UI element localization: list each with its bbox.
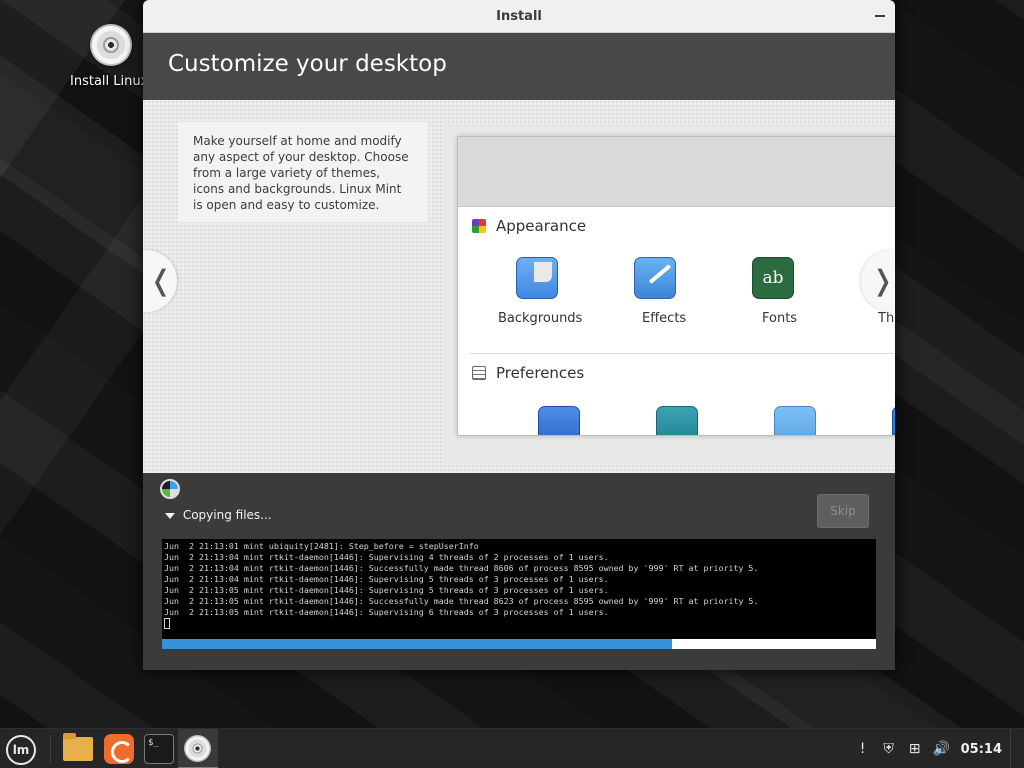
- log-lines: Jun 2 21:13:01 mint ubiquity[2481]: Step…: [164, 541, 874, 618]
- install-progress-bar: [162, 639, 876, 649]
- tile-label: Effects: [642, 311, 687, 326]
- firefox-icon[interactable]: [104, 734, 134, 764]
- accessibility-icon: [538, 406, 580, 435]
- security-shield-icon[interactable]: ⛨: [881, 741, 897, 757]
- system-settings-preview: Appearance Backgrounds Effects ab Fonts …: [457, 136, 895, 436]
- page-title: Customize your desktop: [168, 51, 447, 77]
- log-line: Jun 2 21:13:04 mint rtkit-daemon[1446]: …: [164, 574, 609, 584]
- window-title: Install: [496, 9, 542, 24]
- clock[interactable]: 05:14: [961, 742, 1002, 757]
- taskbar-separator: [50, 735, 51, 763]
- tile-label: Fonts: [762, 311, 798, 326]
- log-line: Jun 2 21:13:04 mint rtkit-daemon[1446]: …: [164, 552, 609, 562]
- log-line: Jun 2 21:13:05 mint rtkit-daemon[1446]: …: [164, 607, 609, 617]
- installer-logo-icon: [160, 479, 180, 499]
- installer-window: Install Customize your desktop ❬ Make yo…: [143, 0, 895, 670]
- volume-icon[interactable]: 🔊: [933, 741, 950, 757]
- expander-triangle-icon: [165, 512, 175, 519]
- skip-button[interactable]: Skip: [817, 494, 869, 528]
- fonts-icon: ab: [752, 257, 794, 299]
- log-line: Jun 2 21:13:05 mint rtkit-daemon[1446]: …: [164, 585, 609, 595]
- fonts-tile: ab Fonts: [730, 257, 848, 326]
- preferences-section: Preferences: [470, 353, 895, 435]
- install-log[interactable]: Jun 2 21:13:01 mint ubiquity[2481]: Step…: [162, 539, 876, 639]
- settings-preview-header: [458, 137, 895, 207]
- progress-bar-fill: [162, 639, 672, 649]
- backgrounds-tile: Backgrounds: [494, 257, 612, 326]
- preferences-icon: [472, 366, 486, 380]
- mint-menu-button[interactable]: lm: [6, 735, 36, 765]
- account-details-icon: [656, 406, 698, 435]
- tile-label: Ther: [878, 311, 895, 326]
- update-manager-icon[interactable]: !: [855, 741, 871, 757]
- network-icon[interactable]: ⊞: [907, 741, 923, 757]
- taskbar-install-window[interactable]: [178, 729, 218, 768]
- appearance-section: Appearance Backgrounds Effects ab Fonts …: [458, 207, 895, 353]
- terminal-icon[interactable]: $_: [144, 734, 174, 764]
- preferred-apps-icon: [774, 406, 816, 435]
- log-line: Jun 2 21:13:01 mint ubiquity[2481]: Step…: [164, 541, 479, 551]
- previous-slide-button[interactable]: ❬: [143, 250, 177, 312]
- page-header: Customize your desktop: [143, 33, 895, 100]
- slide-description: Make yourself at home and modify any asp…: [178, 122, 428, 222]
- progress-status-toggle[interactable]: Copying files...: [165, 508, 272, 522]
- slideshow: ❬ Make yourself at home and modify any a…: [143, 100, 895, 473]
- effects-icon: [634, 257, 676, 299]
- terminal-cursor: [164, 618, 170, 629]
- date-time-icon: [892, 406, 895, 435]
- install-disc-icon: [90, 24, 132, 66]
- system-tray: ! ⛨ ⊞ 🔊 05:14: [855, 729, 1024, 768]
- show-desktop-button[interactable]: [1010, 729, 1024, 768]
- progress-status: Copying files...: [182, 508, 272, 522]
- log-line: Jun 2 21:13:05 mint rtkit-daemon[1446]: …: [164, 596, 759, 606]
- tile-label: Backgrounds: [498, 311, 583, 326]
- section-title: Preferences: [496, 364, 585, 382]
- files-icon[interactable]: [63, 733, 93, 761]
- section-title: Appearance: [496, 217, 587, 235]
- minimize-icon[interactable]: [875, 15, 885, 17]
- backgrounds-icon: [516, 257, 558, 299]
- window-titlebar[interactable]: Install: [143, 0, 895, 33]
- install-disc-icon: [184, 735, 211, 762]
- install-progress-panel: Copying files... Skip Jun 2 21:13:01 min…: [143, 473, 895, 670]
- taskbar: lm $_ ! ⛨ ⊞ 🔊 05:14: [0, 728, 1024, 768]
- log-line: Jun 2 21:13:04 mint rtkit-daemon[1446]: …: [164, 563, 759, 573]
- appearance-icon: [472, 219, 486, 233]
- effects-tile: Effects: [612, 257, 730, 326]
- slide-screenshot: Appearance Backgrounds Effects ab Fonts …: [444, 124, 895, 464]
